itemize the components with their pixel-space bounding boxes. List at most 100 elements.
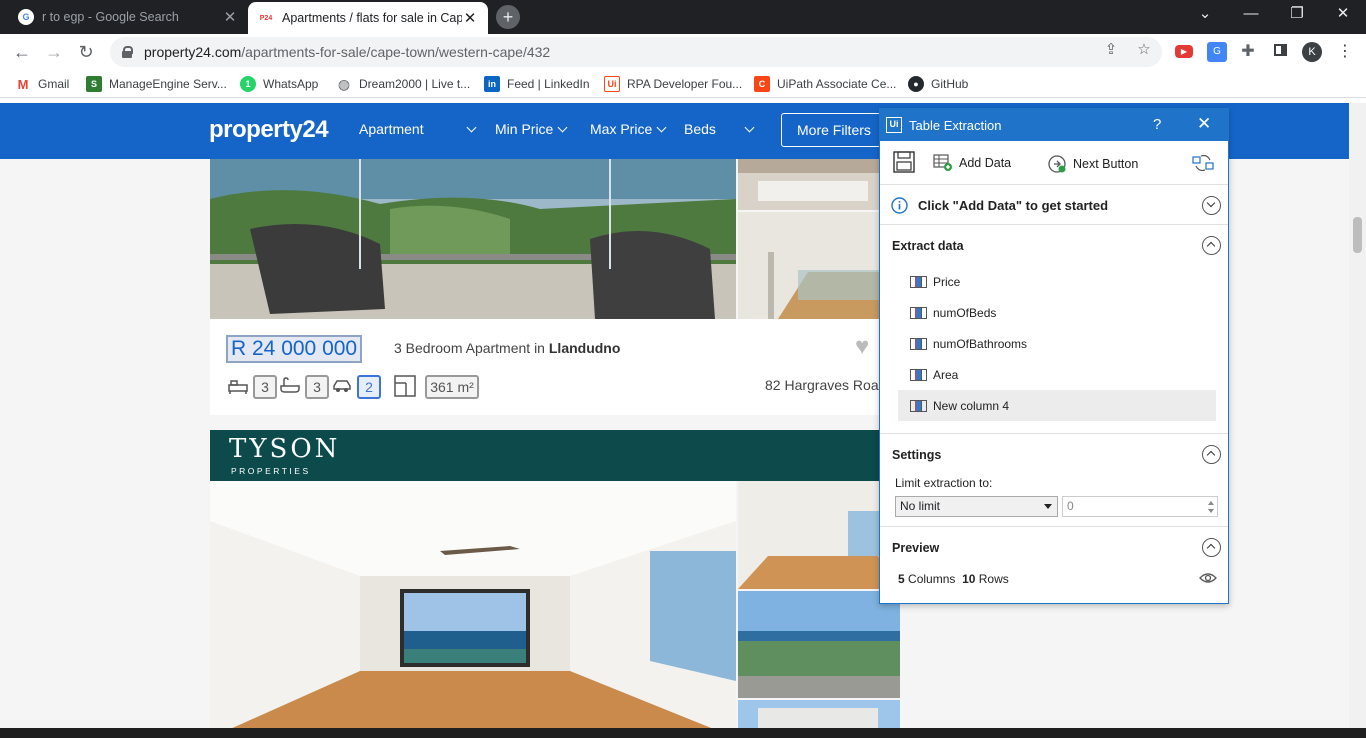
page-scrollbar[interactable] xyxy=(1349,103,1366,728)
share-icon[interactable]: ⇪ xyxy=(1101,40,1121,60)
favourite-heart-icon[interactable]: ♥ xyxy=(855,335,881,359)
scrollbar-thumb[interactable] xyxy=(1353,217,1362,253)
table-column-icon xyxy=(910,306,927,319)
forward-icon[interactable]: → xyxy=(42,40,66,64)
agency-logo: TYSON xyxy=(229,434,341,464)
chevron-down-icon xyxy=(656,122,667,133)
help-button[interactable]: ? xyxy=(1153,116,1161,133)
translate-extension-icon[interactable]: G xyxy=(1207,42,1227,62)
decrement-arrow-icon[interactable] xyxy=(1208,509,1214,513)
bookmark-gmail[interactable]: M Gmail xyxy=(15,75,70,93)
add-data-button[interactable]: Add Data xyxy=(933,154,1011,172)
close-tab-icon[interactable]: ✕ xyxy=(462,9,478,27)
close-window-icon[interactable]: ✕ xyxy=(1320,0,1366,30)
chevron-down-icon xyxy=(557,122,568,133)
globe-icon: ◍ xyxy=(337,75,351,92)
tab-search-icon[interactable]: ⌄ xyxy=(1182,0,1228,30)
listing-thumb-photo[interactable] xyxy=(738,481,900,589)
preview-summary: 5 Columns 10 Rows xyxy=(898,572,1009,586)
bookmark-rpa-developer[interactable]: Ui RPA Developer Fou... xyxy=(604,75,742,93)
column-item-new-column-4[interactable]: New column 4 xyxy=(898,390,1216,421)
refresh-button[interactable] xyxy=(1192,152,1214,174)
column-item-area[interactable]: Area xyxy=(898,359,1216,390)
bedrooms-count[interactable]: 3 xyxy=(253,375,277,399)
youtube-extension-icon[interactable]: ▶ xyxy=(1175,45,1193,58)
next-button-icon xyxy=(1048,155,1066,173)
bookmark-label: RPA Developer Fou... xyxy=(627,77,743,91)
eye-icon[interactable] xyxy=(1199,572,1217,584)
listing-card[interactable]: R 24 000 000 3 Bedroom Apartment in Llan… xyxy=(210,319,900,415)
agency-logo-subtitle: PROPERTIES xyxy=(231,466,311,476)
tab-property24[interactable]: P24 Apartments / flats for sale in Cap ✕ xyxy=(248,2,488,34)
bookmark-dream2000[interactable]: ◍ Dream2000 | Live t... xyxy=(336,75,470,93)
back-icon[interactable]: ← xyxy=(10,40,34,64)
side-panel-icon[interactable] xyxy=(1270,42,1290,62)
bookmark-label: ManageEngine Serv... xyxy=(109,77,227,91)
close-tab-icon[interactable]: ✕ xyxy=(222,8,238,26)
agency-banner[interactable]: TYSON PROPERTIES xyxy=(210,430,900,481)
parking-count[interactable]: 2 xyxy=(357,375,381,399)
expand-info-toggle[interactable] xyxy=(1202,196,1221,215)
floor-size[interactable]: 361 m² xyxy=(425,375,479,399)
property-type-filter[interactable]: Apartment xyxy=(359,121,424,137)
min-price-filter[interactable]: Min Price xyxy=(495,121,568,137)
bed-icon xyxy=(228,380,248,394)
new-tab-button[interactable]: + xyxy=(496,5,520,29)
limit-extraction-select[interactable]: No limit xyxy=(895,496,1058,517)
preview-title: Preview xyxy=(892,541,940,555)
more-filters-button[interactable]: More Filters xyxy=(781,113,881,147)
window-title: Table Extraction xyxy=(909,118,1002,133)
listing-type: 3 Bedroom Apartment in xyxy=(394,340,549,356)
collapse-preview-toggle[interactable] xyxy=(1202,538,1221,557)
window-title-bar[interactable]: Ui Table Extraction ? ✕ xyxy=(880,109,1228,141)
bathrooms-count[interactable]: 3 xyxy=(305,375,329,399)
minimize-icon[interactable]: — xyxy=(1228,0,1274,30)
bookmark-star-icon[interactable]: ☆ xyxy=(1134,40,1154,60)
info-icon xyxy=(891,197,908,214)
column-item-numofbeds[interactable]: numOfBeds xyxy=(898,297,1216,328)
bookmark-github[interactable]: ● GitHub xyxy=(908,75,968,93)
url-path: /apartments-for-sale/cape-town/western-c… xyxy=(241,44,551,60)
bookmark-whatsapp[interactable]: 1 WhatsApp xyxy=(240,75,318,93)
beds-filter[interactable]: Beds xyxy=(684,121,755,137)
column-name: New column 4 xyxy=(933,398,1010,413)
property-type-dropdown[interactable] xyxy=(462,121,477,137)
listing-main-photo[interactable] xyxy=(210,481,736,738)
limit-number-input[interactable]: 0 xyxy=(1062,496,1218,517)
restore-icon[interactable]: ❐ xyxy=(1274,0,1320,30)
bookmark-manageengine[interactable]: S ManageEngine Serv... xyxy=(86,75,227,93)
lock-icon[interactable] xyxy=(122,46,133,58)
collapse-settings-toggle[interactable] xyxy=(1202,445,1221,464)
next-button-label: Next Button xyxy=(1073,157,1139,171)
close-button[interactable]: ✕ xyxy=(1197,114,1211,134)
listing-thumb-photo[interactable] xyxy=(738,159,900,210)
save-button[interactable] xyxy=(893,151,915,173)
listing-price[interactable]: R 24 000 000 xyxy=(226,335,363,363)
address-bar[interactable]: property24.com/apartments-for-sale/cape-… xyxy=(110,37,1162,67)
bookmarks-bar: M Gmail S ManageEngine Serv... 1 WhatsAp… xyxy=(0,70,1366,98)
max-price-filter[interactable]: Max Price xyxy=(590,121,667,137)
tab-google-search[interactable]: G r to egp - Google Search ✕ xyxy=(8,0,248,34)
table-column-icon xyxy=(910,368,927,381)
column-item-price[interactable]: Price xyxy=(898,266,1216,297)
extensions-puzzle-icon[interactable]: ✚ xyxy=(1238,42,1258,62)
car-icon xyxy=(333,380,351,392)
property24-logo[interactable]: property24 xyxy=(209,116,329,144)
next-button-selector[interactable]: Next Button xyxy=(1047,154,1138,174)
gmail-icon: M xyxy=(17,76,29,92)
listing-main-photo[interactable] xyxy=(210,159,736,319)
add-data-label: Add Data xyxy=(959,156,1012,170)
reload-icon[interactable]: ↻ xyxy=(74,40,98,64)
bookmark-linkedin[interactable]: in Feed | LinkedIn xyxy=(484,75,590,93)
increment-arrow-icon[interactable] xyxy=(1208,501,1214,505)
info-section: Click "Add Data" to get started xyxy=(880,185,1228,225)
menu-icon[interactable]: ⋮ xyxy=(1335,42,1355,62)
bookmark-label: GitHub xyxy=(931,77,969,91)
listing-thumb-photo[interactable] xyxy=(738,212,900,319)
bookmark-uipath-associate[interactable]: C UiPath Associate Ce... xyxy=(754,75,896,93)
column-item-numofbathrooms[interactable]: numOfBathrooms xyxy=(898,328,1216,359)
listing-title[interactable]: 3 Bedroom Apartment in Llandudno xyxy=(394,340,620,356)
listing-thumb-photo[interactable] xyxy=(738,591,900,698)
profile-avatar[interactable]: K xyxy=(1302,42,1322,62)
collapse-extract-toggle[interactable] xyxy=(1202,236,1221,255)
